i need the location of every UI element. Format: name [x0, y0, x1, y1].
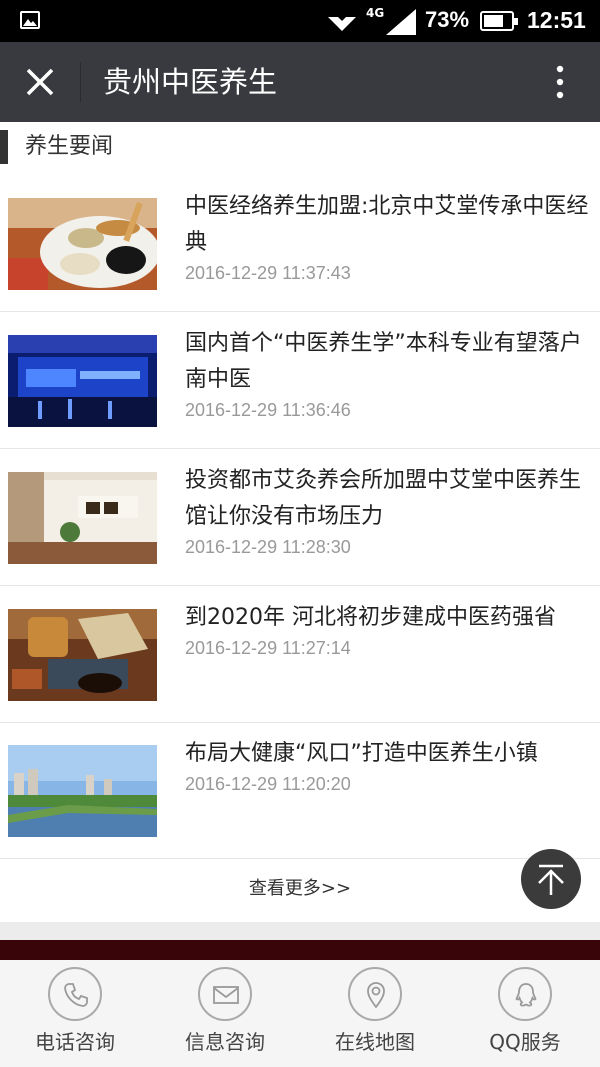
close-button[interactable] [18, 62, 62, 102]
nav-qq-service[interactable]: QQ服务 [450, 960, 600, 1067]
network-type: 4G [366, 6, 385, 20]
battery-percentage: 73% [425, 7, 470, 32]
news-item[interactable]: 布局大健康“风口”打造中医养生小镇 2016-12-29 11:20:20 [0, 722, 600, 859]
battery-icon [480, 11, 518, 31]
nav-label: 信息咨询 [185, 1030, 265, 1054]
news-thumbnail-stage [8, 335, 157, 427]
section-separator [0, 922, 600, 940]
news-item[interactable]: 投资都市艾灸养会所加盟中艾堂中医养生馆让你没有市场压力 2016-12-29 1… [0, 449, 600, 586]
close-icon [26, 68, 54, 96]
news-time: 2016-12-29 11:36:46 [185, 400, 351, 420]
nav-message-consult[interactable]: 信息咨询 [150, 960, 300, 1067]
wifi-icon [328, 10, 356, 31]
news-title: 投资都市艾灸养会所加盟中艾堂中医养生馆让你没有市场压力 [185, 468, 582, 529]
clock: 12:51 [527, 7, 586, 33]
news-item[interactable]: 到2020年 河北将初步建成中医药强省 2016-12-29 11:27:14 [0, 586, 600, 723]
news-title: 到2020年 河北将初步建成中医药强省 [185, 605, 556, 630]
nav-phone-consult[interactable]: 电话咨询 [0, 960, 150, 1067]
mail-icon [198, 967, 252, 1021]
news-thumbnail-herbal [8, 609, 157, 701]
news-title: 布局大健康“风口”打造中医养生小镇 [185, 741, 538, 766]
news-title: 国内首个“中医养生学”本科专业有望落户南中医 [185, 331, 582, 392]
status-bar: 4G 73% 12:51 [0, 0, 600, 42]
news-thumbnail-herbs [8, 198, 157, 290]
news-time: 2016-12-29 11:27:14 [185, 638, 351, 658]
nav-online-map[interactable]: 在线地图 [300, 960, 450, 1067]
news-time: 2016-12-29 11:28:30 [185, 537, 351, 557]
signal-icon [386, 9, 416, 35]
page-title: 贵州中医养生 [103, 65, 278, 99]
news-thumbnail-town [8, 745, 157, 837]
bottom-nav: 电话咨询 信息咨询 在线地图 QQ服务 [0, 960, 600, 1067]
back-to-top-button[interactable] [521, 849, 581, 909]
header-divider [80, 62, 81, 102]
map-pin-icon [348, 967, 402, 1021]
qq-icon [498, 967, 552, 1021]
gallery-icon [20, 11, 40, 29]
news-thumbnail-clinic [8, 472, 157, 564]
section-title: 养生要闻 [25, 134, 114, 159]
more-vertical-icon [556, 65, 564, 99]
section-header: 养生要闻 [0, 125, 600, 169]
news-time: 2016-12-29 11:20:20 [185, 774, 351, 794]
news-item[interactable]: 中医经络养生加盟:北京中艾堂传承中医经典 2016-12-29 11:37:43 [0, 175, 600, 312]
more-news-link[interactable]: 查看更多>> [0, 858, 600, 922]
phone-icon [48, 967, 102, 1021]
nav-label: 在线地图 [335, 1030, 415, 1054]
footer-band [0, 940, 600, 960]
app-header: 贵州中医养生 [0, 42, 600, 122]
arrow-up-icon [538, 864, 564, 895]
nav-label: 电话咨询 [35, 1030, 115, 1054]
more-menu-button[interactable] [545, 62, 575, 102]
battery-fill [484, 15, 503, 27]
news-title: 中医经络养生加盟:北京中艾堂传承中医经典 [185, 194, 589, 255]
news-time: 2016-12-29 11:37:43 [185, 263, 351, 283]
nav-label: QQ服务 [489, 1030, 561, 1054]
section-marker [0, 130, 8, 164]
news-item[interactable]: 国内首个“中医养生学”本科专业有望落户南中医 2016-12-29 11:36:… [0, 312, 600, 449]
